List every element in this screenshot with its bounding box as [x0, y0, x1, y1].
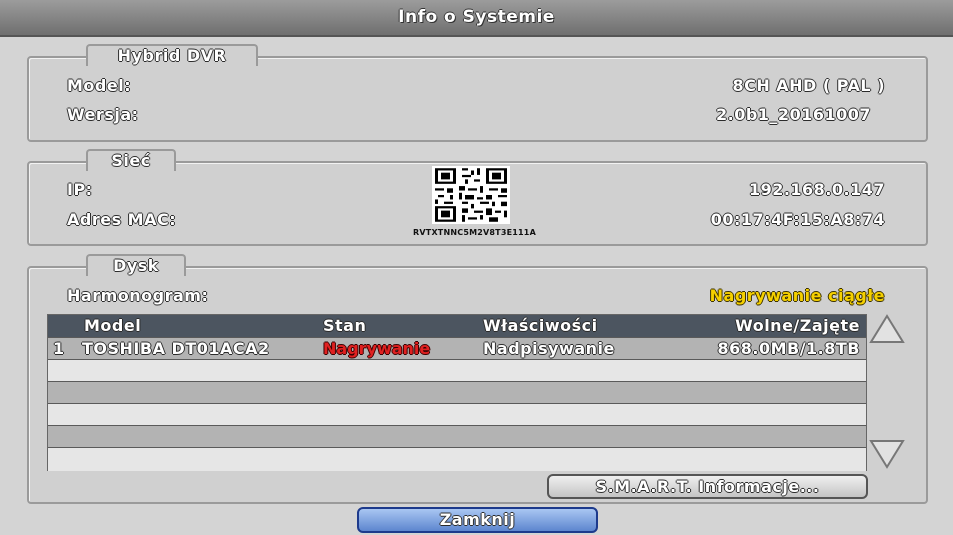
ip-label: IP: [67, 180, 93, 199]
table-row-empty [48, 403, 866, 426]
row-property: Nadpisywanie [483, 339, 615, 358]
row-index: 1 [53, 339, 65, 358]
row-state: Nagrywanie [323, 339, 431, 358]
column-header-state: Stan [323, 316, 367, 335]
table-row-empty [48, 381, 866, 404]
hybrid-dvr-group [27, 56, 928, 142]
qr-caption: RVTXTNNC5M2V8T3E111A [413, 228, 536, 237]
qr-code-icon [432, 166, 510, 224]
version-value: 2.0b1_20161007 [716, 105, 871, 124]
close-button[interactable]: Zamknij [357, 507, 598, 533]
table-row-empty [48, 425, 866, 448]
scroll-down-icon[interactable] [868, 437, 906, 471]
network-title: Sieć [111, 151, 151, 170]
disk-table: Model Stan Właściwości Wolne/Zajęte 1 TO… [47, 314, 867, 471]
hybrid-dvr-title: Hybrid DVR [117, 46, 227, 65]
mac-label: Adres MAC: [67, 210, 177, 229]
column-header-space: Wolne/Zajęte [735, 316, 860, 335]
schedule-label: Harmonogram: [67, 286, 209, 305]
version-label: Wersja: [67, 105, 139, 124]
smart-info-label: S.M.A.R.T. Informacje... [595, 477, 820, 496]
mac-value: 00:17:4F:15:A8:74 [710, 210, 885, 229]
column-header-properties: Właściwości [483, 316, 598, 335]
window-title: Info o Systemie [398, 7, 555, 27]
ip-value: 192.168.0.147 [748, 180, 885, 199]
row-space: 868.0MB/1.8TB [717, 339, 860, 358]
close-label: Zamknij [439, 510, 516, 529]
table-header: Model Stan Właściwości Wolne/Zajęte [48, 315, 866, 337]
disk-title: Dysk [113, 256, 159, 275]
smart-info-button[interactable]: S.M.A.R.T. Informacje... [547, 474, 868, 499]
network-tab: Sieć [86, 149, 176, 171]
column-header-model: Model [84, 316, 142, 335]
title-bar: Info o Systemie [0, 0, 953, 37]
model-label: Model: [67, 76, 132, 95]
row-model: TOSHIBA DT01ACA2 [82, 339, 270, 358]
disk-tab: Dysk [86, 254, 186, 276]
table-row-empty [48, 447, 866, 471]
table-row-empty [48, 359, 866, 382]
table-row[interactable]: 1 TOSHIBA DT01ACA2 Nagrywanie Nadpisywan… [48, 337, 866, 360]
schedule-value: Nagrywanie ciągłe [709, 286, 885, 305]
scroll-up-icon[interactable] [868, 312, 906, 346]
hybrid-dvr-tab: Hybrid DVR [86, 44, 258, 66]
model-value: 8CH AHD ( PAL ) [732, 76, 885, 95]
